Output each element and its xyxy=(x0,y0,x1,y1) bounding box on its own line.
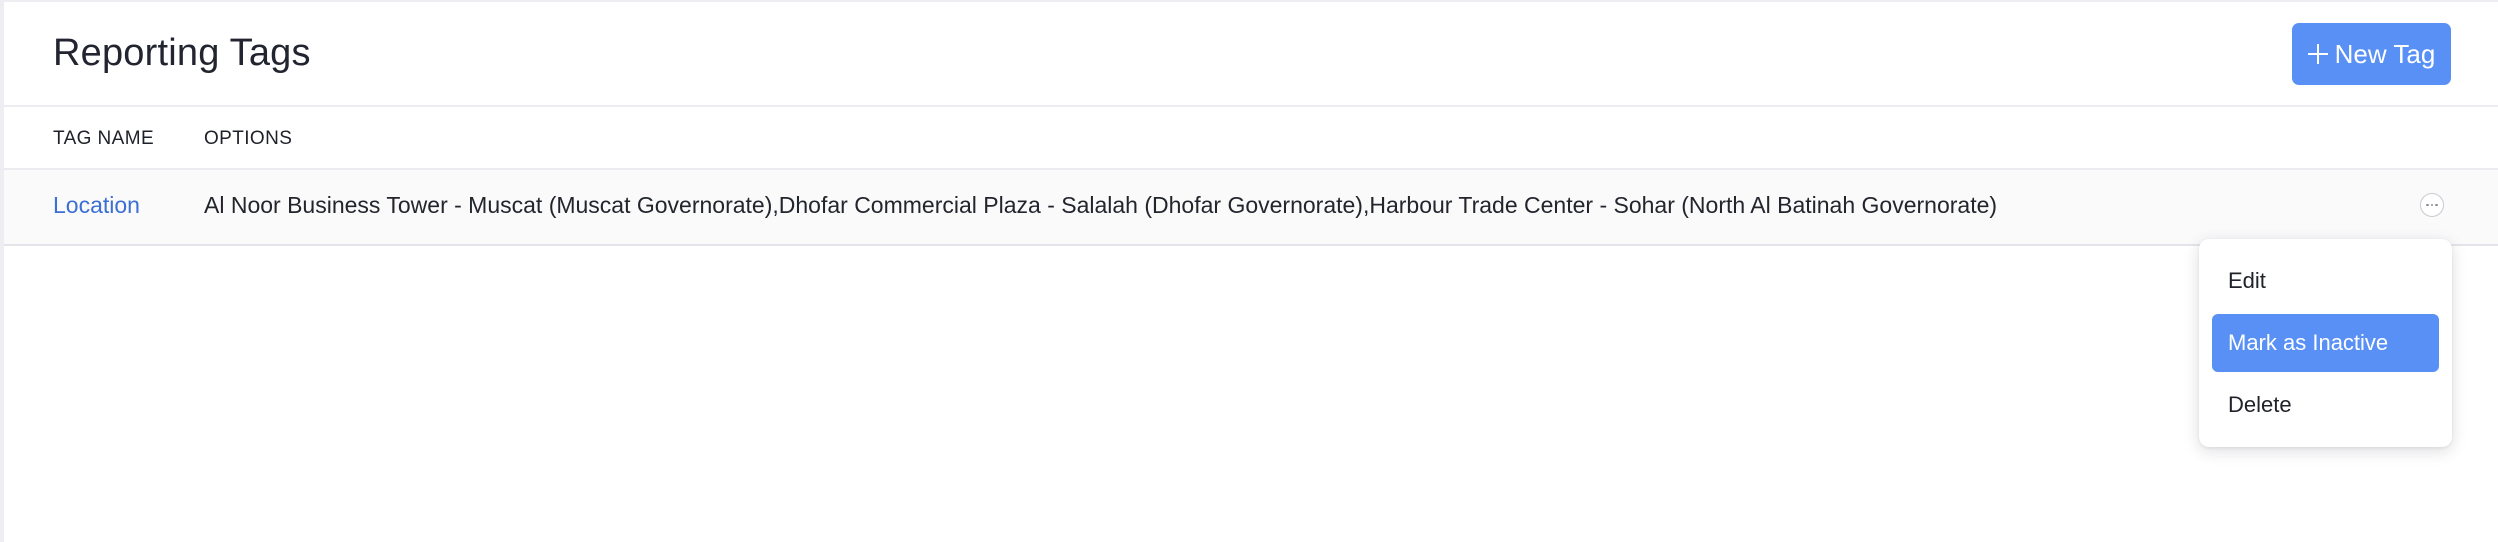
menu-item-edit[interactable]: Edit xyxy=(2212,252,2439,310)
menu-item-mark-inactive[interactable]: Mark as Inactive xyxy=(2212,314,2439,372)
table-row: Location Al Noor Business Tower - Muscat… xyxy=(4,170,2498,246)
column-header-options: OPTIONS xyxy=(204,128,293,149)
table-header: TAG NAME OPTIONS xyxy=(4,107,2498,170)
column-header-tag-name: TAG NAME xyxy=(53,128,155,149)
more-options-icon xyxy=(2426,203,2438,207)
new-tag-button[interactable]: New Tag xyxy=(2292,23,2451,85)
page-header: Reporting Tags New Tag xyxy=(4,2,2498,107)
row-actions-button[interactable] xyxy=(2420,193,2444,217)
page-title: Reporting Tags xyxy=(53,32,311,74)
new-tag-label: New Tag xyxy=(2334,38,2436,69)
tag-name-link[interactable]: Location xyxy=(53,192,140,219)
row-actions-menu: Edit Mark as Inactive Delete xyxy=(2199,239,2452,447)
menu-item-delete[interactable]: Delete xyxy=(2212,376,2439,434)
reporting-tags-page: Reporting Tags New Tag TAG NAME OPTIONS … xyxy=(0,0,2498,542)
tag-options-cell: Al Noor Business Tower - Muscat (Muscat … xyxy=(204,192,1998,218)
plus-icon xyxy=(2307,44,2328,64)
